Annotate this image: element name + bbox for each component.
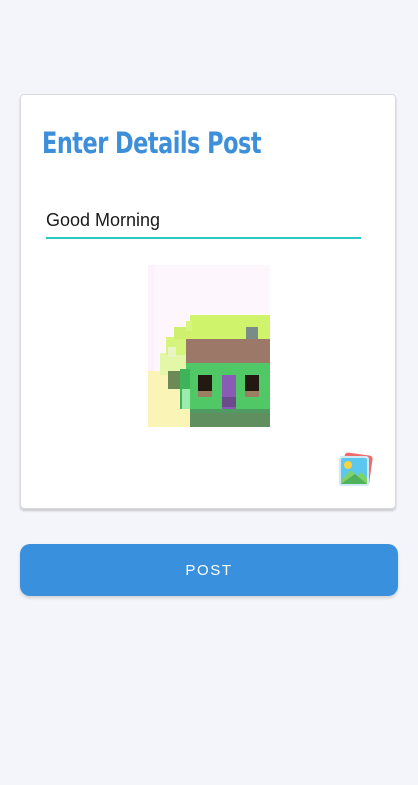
post-button[interactable]: POST xyxy=(20,544,398,596)
post-text-field[interactable] xyxy=(46,205,361,239)
pick-image-button[interactable] xyxy=(335,450,375,490)
page-title: Enter Details Post xyxy=(42,126,262,160)
house-pixel-image xyxy=(148,265,270,427)
post-form-card: Enter Details Post xyxy=(20,94,396,509)
selected-image-preview xyxy=(148,265,270,427)
image-gallery-icon xyxy=(339,452,373,486)
post-text-input[interactable] xyxy=(46,205,361,235)
